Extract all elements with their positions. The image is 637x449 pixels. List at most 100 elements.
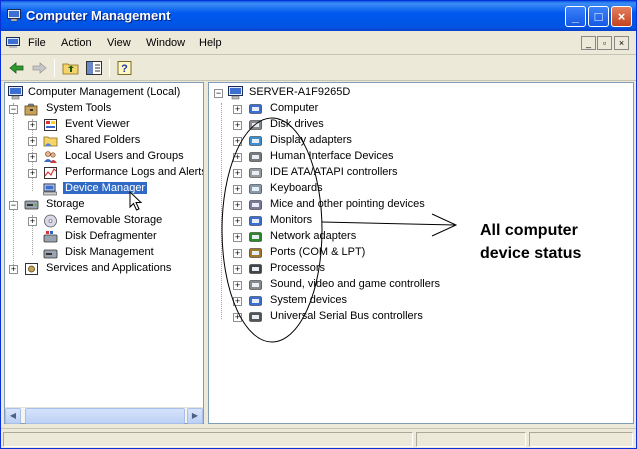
menu-help[interactable]: Help [199,37,222,49]
removable-storage-icon [44,214,57,228]
toolbar: ? [1,56,636,81]
mdi-restore-button[interactable]: ▫ [597,36,612,50]
menu-bar: File Action View Window Help _ ▫ × [1,31,636,55]
expand-toggle[interactable]: + [28,121,37,130]
collapse-toggle[interactable]: − [9,105,18,114]
expand-toggle[interactable]: + [28,217,37,226]
device-category-label: IDE ATA/ATAPI controllers [270,166,398,178]
expand-toggle[interactable]: + [233,265,242,274]
system-devices-icon [249,296,262,306]
computer-icon [249,104,262,114]
tree-disk-management-label: Disk Management [65,246,154,258]
annotation-line-2: device status [480,245,582,262]
tree-disk-defragmenter-label: Disk Defragmenter [65,230,157,242]
expand-toggle[interactable]: + [233,169,242,178]
expand-toggle[interactable]: + [28,137,37,146]
tree-root-label: Computer Management (Local) [28,86,181,98]
disk-drive-icon [249,120,262,130]
device-category-label: Disk drives [270,118,324,130]
ide-controller-icon [249,168,262,178]
show-hide-tree-icon[interactable] [84,59,104,77]
scroll-right-button[interactable]: ▶ [187,408,203,424]
scroll-thumb[interactable] [25,408,185,424]
device-category-label: Mice and other pointing devices [270,198,425,210]
close-button[interactable]: × [611,6,632,27]
computer-management-icon [7,9,21,22]
svg-text:?: ? [121,63,128,75]
expand-toggle[interactable]: + [28,153,37,162]
users-group-icon [44,151,57,163]
menu-view[interactable]: View [107,37,131,49]
expand-toggle[interactable]: + [233,201,242,210]
device-server-label: SERVER-A1F9265D [249,86,351,98]
network-adapter-icon [249,232,262,242]
expand-toggle[interactable]: + [233,249,242,258]
title-bar[interactable]: Computer Management _ □ × [1,1,636,31]
scroll-left-button[interactable]: ◀ [5,408,21,424]
expand-toggle[interactable]: + [28,169,37,178]
system-tools-icon [24,103,38,116]
expand-toggle[interactable]: + [233,137,242,146]
device-category-label: Monitors [270,214,313,226]
menu-action[interactable]: Action [61,37,92,49]
forward-arrow-icon[interactable] [29,59,49,77]
console-tree-pane[interactable]: Computer Management (Local) − System Too… [4,82,204,424]
expand-toggle[interactable]: + [233,313,242,322]
usb-icon [249,312,262,322]
collapse-toggle[interactable]: − [214,89,223,98]
annotation-line-1: All computer [480,222,578,239]
device-category-label: Processors [270,262,326,274]
tree-horizontal-scrollbar[interactable]: ◀ ▶ [5,407,203,424]
back-arrow-icon[interactable] [7,59,27,77]
maximize-button[interactable]: □ [588,6,609,27]
computer-management-icon [8,86,23,100]
up-folder-icon[interactable] [61,59,81,77]
sound-icon [249,280,262,290]
mdi-minimize-button[interactable]: _ [581,36,596,50]
expand-toggle[interactable]: + [233,153,242,162]
minimize-button[interactable]: _ [565,6,586,27]
annotation-text: All computer device status [480,219,581,265]
hid-icon [249,152,262,162]
device-category-label: Keyboards [270,182,323,194]
device-category-label: Universal Serial Bus controllers [270,310,423,322]
status-cell-secondary [416,432,526,447]
system-menu-icon[interactable] [6,37,20,49]
expand-toggle[interactable]: + [233,297,242,306]
expand-toggle[interactable]: + [9,265,18,274]
expand-toggle[interactable]: + [233,233,242,242]
menu-file[interactable]: File [28,37,46,49]
collapse-toggle[interactable]: − [9,201,18,210]
event-viewer-icon [44,119,57,131]
keyboard-icon [249,184,262,194]
computer-icon [228,86,243,100]
mouse-icon [249,200,262,210]
device-category-label: Human Interface Devices [270,150,394,162]
expand-toggle[interactable]: + [233,121,242,130]
status-cell-main [3,432,413,447]
expand-toggle[interactable]: + [233,105,242,114]
defragmenter-icon [43,231,58,243]
tree-shared-folders-label: Shared Folders [65,134,141,146]
shared-folder-icon [43,136,58,147]
tree-event-viewer-label: Event Viewer [65,118,130,130]
tree-removable-storage-label: Removable Storage [65,214,163,226]
device-category-label: Sound, video and game controllers [270,278,440,290]
toolbar-separator [109,59,110,77]
expand-toggle[interactable]: + [233,217,242,226]
mouse-pointer-icon [129,191,143,211]
ports-icon [249,248,262,258]
disk-management-icon [43,249,58,259]
tree-local-users-label: Local Users and Groups [65,150,184,162]
window-title: Computer Management [26,8,171,23]
processor-icon [249,264,262,274]
menu-window[interactable]: Window [146,37,185,49]
device-category-label: Network adapters [270,230,357,242]
expand-toggle[interactable]: + [233,281,242,290]
help-icon[interactable]: ? [115,59,135,77]
expand-toggle[interactable]: + [233,185,242,194]
toolbar-separator [54,59,55,77]
services-icon [25,263,38,275]
device-category-label: Computer [270,102,319,114]
mdi-close-button[interactable]: × [614,36,629,50]
